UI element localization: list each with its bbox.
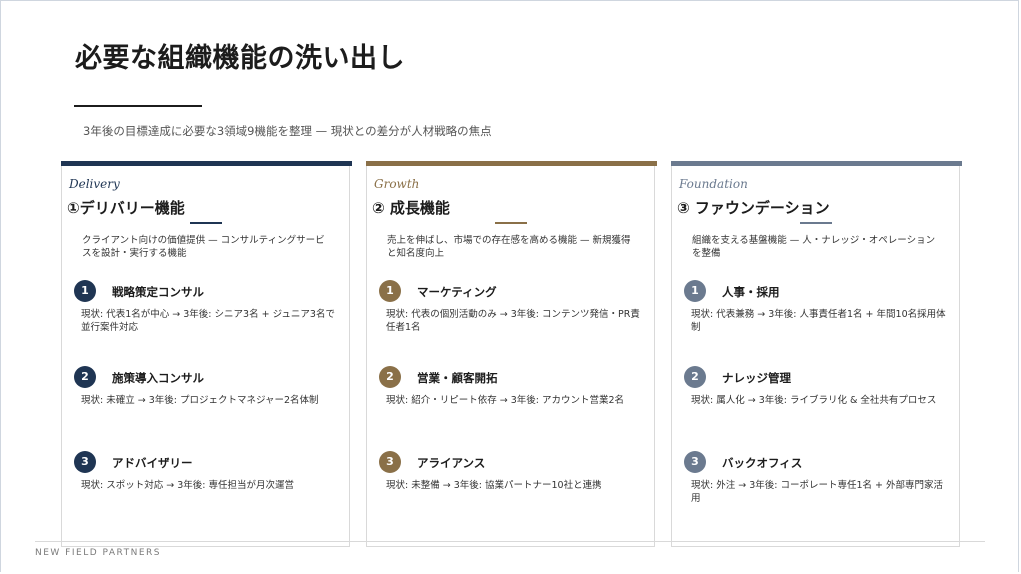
card-accent-bar [671, 161, 962, 166]
function-description: 現状: 未整備 → 3年後: 協業パートナー10社と連携 [386, 480, 602, 491]
footer-divider [35, 541, 985, 542]
function-description: 現状: 外注 → 3年後: コーポレート専任1名 + 外部専門家活用 [691, 480, 944, 504]
function-title: アライアンス [417, 456, 486, 470]
page-subtitle: 3年後の目標達成に必要な3領域9機能を整理 — 現状との差分が人材戦略の焦点 [83, 124, 492, 138]
card-title: ③ ファウンデーション [677, 199, 830, 217]
card-description: 売上を伸ばし、市場での存在感を高める機能 — 新規獲得と知名度向上 [387, 235, 631, 259]
number-badge: 3 [684, 451, 706, 473]
card-category: Foundation [679, 177, 748, 191]
function-title: バックオフィス [722, 456, 803, 470]
function-description: 現状: 未確立 → 3年後: プロジェクトマネジャー2名体制 [81, 395, 319, 406]
number-badge: 1 [379, 280, 401, 302]
function-description: 現状: 代表の個別活動のみ → 3年後: コンテンツ発信・PR責任者1名 [386, 309, 640, 333]
function-title: 戦略策定コンサル [112, 285, 204, 299]
card-title: ② 成長機能 [372, 199, 450, 217]
title-divider [74, 105, 202, 107]
function-title: ナレッジ管理 [722, 371, 791, 385]
number-badge: 2 [684, 366, 706, 388]
number-badge: 1 [74, 280, 96, 302]
function-description: 現状: 属人化 → 3年後: ライブラリ化 & 全社共有プロセス [691, 395, 937, 406]
number-badge: 3 [74, 451, 96, 473]
card-foundation: Foundation ③ ファウンデーション 組織を支える基盤機能 — 人・ナレ… [671, 161, 962, 547]
card-description: 組織を支える基盤機能 — 人・ナレッジ・オペレーションを整備 [692, 235, 936, 259]
function-description: 現状: 紹介・リピート依存 → 3年後: アカウント営業2名 [386, 395, 625, 406]
card-divider [495, 222, 527, 224]
card-description: クライアント向けの価値提供 — コンサルティングサービスを設計・実行する機能 [82, 235, 325, 259]
card-category: Delivery [69, 177, 120, 191]
card-divider [190, 222, 222, 224]
function-description: 現状: 代表1名が中心 → 3年後: シニア3名 + ジュニア3名で並行案件対応 [81, 309, 335, 333]
function-description: 現状: スポット対応 → 3年後: 専任担当が月次運営 [81, 480, 294, 491]
card-category: Growth [374, 177, 420, 191]
function-title: アドバイザリー [112, 456, 193, 470]
number-badge: 3 [379, 451, 401, 473]
number-badge: 2 [74, 366, 96, 388]
card-accent-bar [61, 161, 352, 166]
footer-brand: NEW FIELD PARTNERS [35, 548, 161, 558]
number-badge: 1 [684, 280, 706, 302]
function-description: 現状: 代表兼務 → 3年後: 人事責任者1名 + 年間10名採用体制 [691, 309, 946, 333]
card-divider [800, 222, 832, 224]
page-title: 必要な組織機能の洗い出し [75, 43, 405, 74]
card-delivery: Delivery ①デリバリー機能 クライアント向けの価値提供 — コンサルティ… [61, 161, 352, 547]
card-title: ①デリバリー機能 [67, 199, 185, 217]
function-title: 人事・採用 [722, 285, 780, 299]
function-title: 営業・顧客開拓 [417, 371, 498, 385]
function-title: 施策導入コンサル [112, 371, 204, 385]
function-title: マーケティング [417, 285, 497, 299]
card-accent-bar [366, 161, 657, 166]
card-growth: Growth ② 成長機能 売上を伸ばし、市場での存在感を高める機能 — 新規獲… [366, 161, 657, 547]
number-badge: 2 [379, 366, 401, 388]
